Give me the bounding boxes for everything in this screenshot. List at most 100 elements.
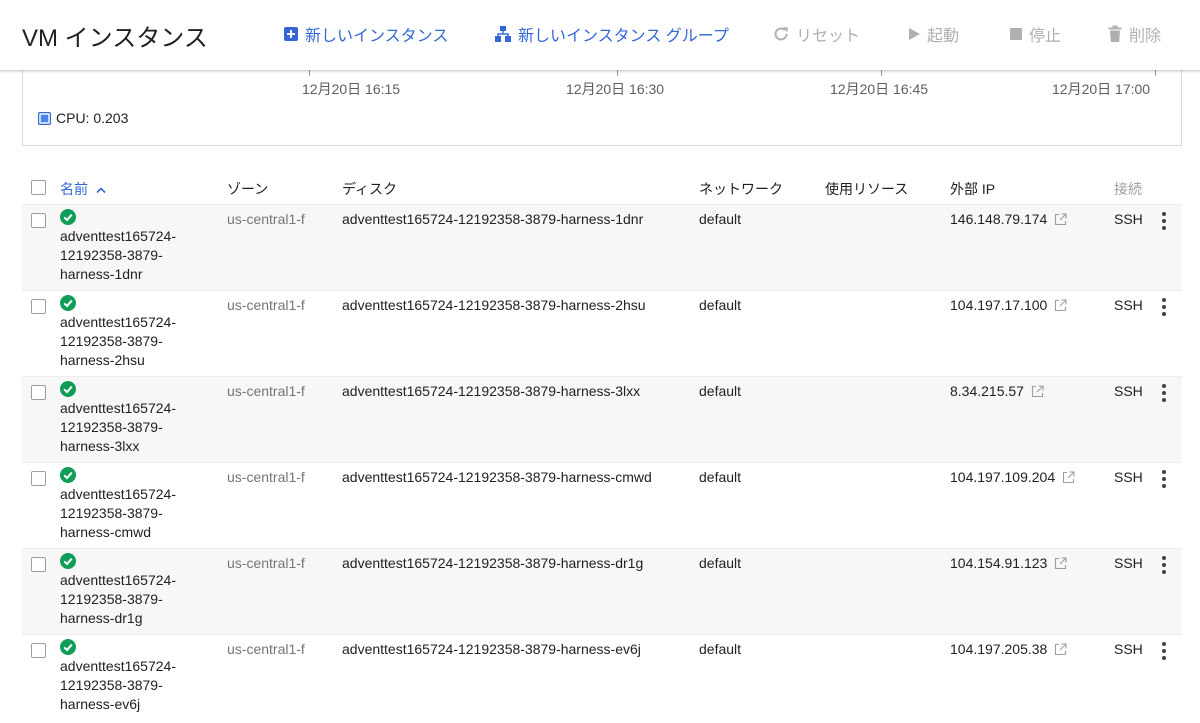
new-instance-button[interactable]: 新しいインスタンス (283, 23, 448, 45)
instance-name-line: 12192358-3879- (60, 505, 163, 521)
row-checkbox[interactable] (31, 299, 46, 314)
table-row[interactable]: adventtest165724- 12192358-3879- harness… (22, 548, 1182, 634)
instance-name-line: 12192358-3879- (60, 247, 163, 263)
instance-name-line: harness-3lxx (60, 438, 140, 454)
chart-tick-label: 12月20日 16:30 (566, 81, 665, 97)
disk-cell: adventtest165724-12192358-3879-harness-c… (342, 469, 652, 485)
row-checkbox[interactable] (31, 643, 46, 658)
start-button[interactable]: 起動 (907, 23, 959, 45)
disk-cell: adventtest165724-12192358-3879-harness-d… (342, 555, 644, 571)
ssh-button[interactable]: SSH (1114, 469, 1143, 485)
more-vert-icon[interactable] (1159, 555, 1169, 575)
more-vert-icon[interactable] (1159, 211, 1169, 231)
legend-label: CPU: 0.203 (56, 110, 129, 126)
open-in-new-icon[interactable] (1062, 470, 1075, 484)
row-checkbox[interactable] (31, 213, 46, 228)
chart-tick-label: 12月20日 16:45 (830, 81, 929, 97)
more-vert-icon[interactable] (1159, 297, 1169, 317)
open-in-new-icon[interactable] (1054, 298, 1067, 312)
instance-name-line: harness-2hsu (60, 352, 145, 368)
table-row[interactable]: adventtest165724- 12192358-3879- harness… (22, 376, 1182, 462)
external-ip-link[interactable]: 104.197.17.100 (950, 297, 1047, 313)
chart-legend[interactable]: CPU: 0.203 (38, 110, 128, 126)
status-ok-icon (60, 553, 76, 569)
more-vert-icon[interactable] (1159, 383, 1169, 403)
external-ip-link[interactable]: 104.197.109.204 (950, 469, 1055, 485)
column-header-disk[interactable]: ディスク (342, 179, 397, 199)
open-in-new-icon[interactable] (1054, 556, 1067, 570)
instance-name-link[interactable]: adventtest165724- 12192358-3879- harness… (60, 657, 210, 714)
row-checkbox[interactable] (31, 471, 46, 486)
stop-icon (1010, 28, 1022, 40)
ssh-button[interactable]: SSH (1114, 555, 1143, 571)
instance-name-link[interactable]: adventtest165724- 12192358-3879- harness… (60, 571, 210, 628)
legend-swatch (38, 111, 51, 125)
status-ok-icon (60, 209, 76, 225)
external-ip-link[interactable]: 146.148.79.174 (950, 211, 1047, 227)
table-row[interactable]: adventtest165724- 12192358-3879- harness… (22, 462, 1182, 548)
status-ok-icon (60, 639, 76, 655)
instance-name-line: adventtest165724- (60, 658, 176, 674)
chart-tick (617, 70, 618, 76)
delete-button[interactable]: 削除 (1107, 23, 1161, 45)
disk-cell: adventtest165724-12192358-3879-harness-2… (342, 297, 646, 313)
ssh-button[interactable]: SSH (1114, 383, 1143, 399)
row-checkbox[interactable] (31, 557, 46, 572)
zone-cell: us-central1-f (227, 297, 305, 313)
row-checkbox[interactable] (31, 385, 46, 400)
column-header-usage[interactable]: 使用リソース (825, 179, 908, 199)
open-in-new-icon[interactable] (1054, 642, 1067, 656)
column-header-name[interactable]: 名前 (60, 179, 106, 199)
ssh-button[interactable]: SSH (1114, 211, 1143, 227)
network-cell: default (699, 555, 742, 571)
network-cell: default (699, 297, 742, 313)
status-ok-icon (60, 381, 76, 397)
external-ip-link[interactable]: 104.197.205.38 (950, 641, 1047, 657)
disk-cell: adventtest165724-12192358-3879-harness-1… (342, 211, 644, 227)
table-row[interactable]: adventtest165724- 12192358-3879- harness… (22, 634, 1182, 720)
chart-tick (881, 70, 882, 76)
start-label: 起動 (927, 28, 960, 45)
external-ip-link[interactable]: 8.34.215.57 (950, 383, 1024, 399)
column-header-external-ip[interactable]: 外部 IP (950, 179, 995, 199)
new-instance-label: 新しいインスタンス (305, 28, 449, 45)
instance-name-link[interactable]: adventtest165724- 12192358-3879- harness… (60, 399, 210, 456)
chart-tick-label: 12月20日 16:15 (302, 81, 401, 97)
external-ip-cell: 104.154.91.123 (950, 555, 1067, 571)
instance-name-link[interactable]: adventtest165724- 12192358-3879- harness… (60, 227, 210, 284)
zone-cell: us-central1-f (227, 211, 305, 227)
instance-name-line: 12192358-3879- (60, 677, 163, 693)
external-ip-link[interactable]: 104.154.91.123 (950, 555, 1047, 571)
table-row[interactable]: adventtest165724- 12192358-3879- harness… (22, 290, 1182, 376)
reset-button[interactable]: リセット (772, 23, 860, 45)
table-row[interactable]: adventtest165724- 12192358-3879- harness… (22, 204, 1182, 290)
instance-name-line: adventtest165724- (60, 228, 176, 244)
stop-button[interactable]: 停止 (1009, 23, 1061, 45)
instance-name-link[interactable]: adventtest165724- 12192358-3879- harness… (60, 313, 210, 370)
instance-name-line: 12192358-3879- (60, 333, 163, 349)
table-body: adventtest165724- 12192358-3879- harness… (22, 204, 1182, 720)
new-instance-group-label: 新しいインスタンス グループ (518, 28, 729, 45)
select-all-checkbox[interactable] (31, 180, 46, 195)
network-cell: default (699, 469, 742, 485)
more-vert-icon[interactable] (1159, 641, 1169, 661)
status-ok-icon (60, 295, 76, 311)
ssh-button[interactable]: SSH (1114, 297, 1143, 313)
zone-cell: us-central1-f (227, 555, 305, 571)
zone-cell: us-central1-f (227, 641, 305, 657)
instance-name-link[interactable]: adventtest165724- 12192358-3879- harness… (60, 485, 210, 542)
open-in-new-icon[interactable] (1054, 212, 1067, 226)
more-vert-icon[interactable] (1159, 469, 1169, 489)
network-cell: default (699, 641, 742, 657)
ssh-button[interactable]: SSH (1114, 641, 1143, 657)
toolbar: VM インスタンス 新しいインスタンス 新しいインスタンス グループ リセット (0, 0, 1200, 70)
column-header-network[interactable]: ネットワーク (699, 179, 783, 199)
column-header-connect: 接続 (1114, 181, 1142, 197)
new-instance-group-button[interactable]: 新しいインスタンス グループ (494, 23, 729, 45)
refresh-icon (774, 27, 788, 41)
open-in-new-icon[interactable] (1031, 384, 1044, 398)
table-header: 名前 ゾーン ディスク ネットワーク 使用リソース 外部 IP 接続 (22, 172, 1182, 204)
external-ip-cell: 104.197.17.100 (950, 297, 1067, 313)
column-header-zone[interactable]: ゾーン (227, 179, 268, 199)
network-cell: default (699, 211, 742, 227)
